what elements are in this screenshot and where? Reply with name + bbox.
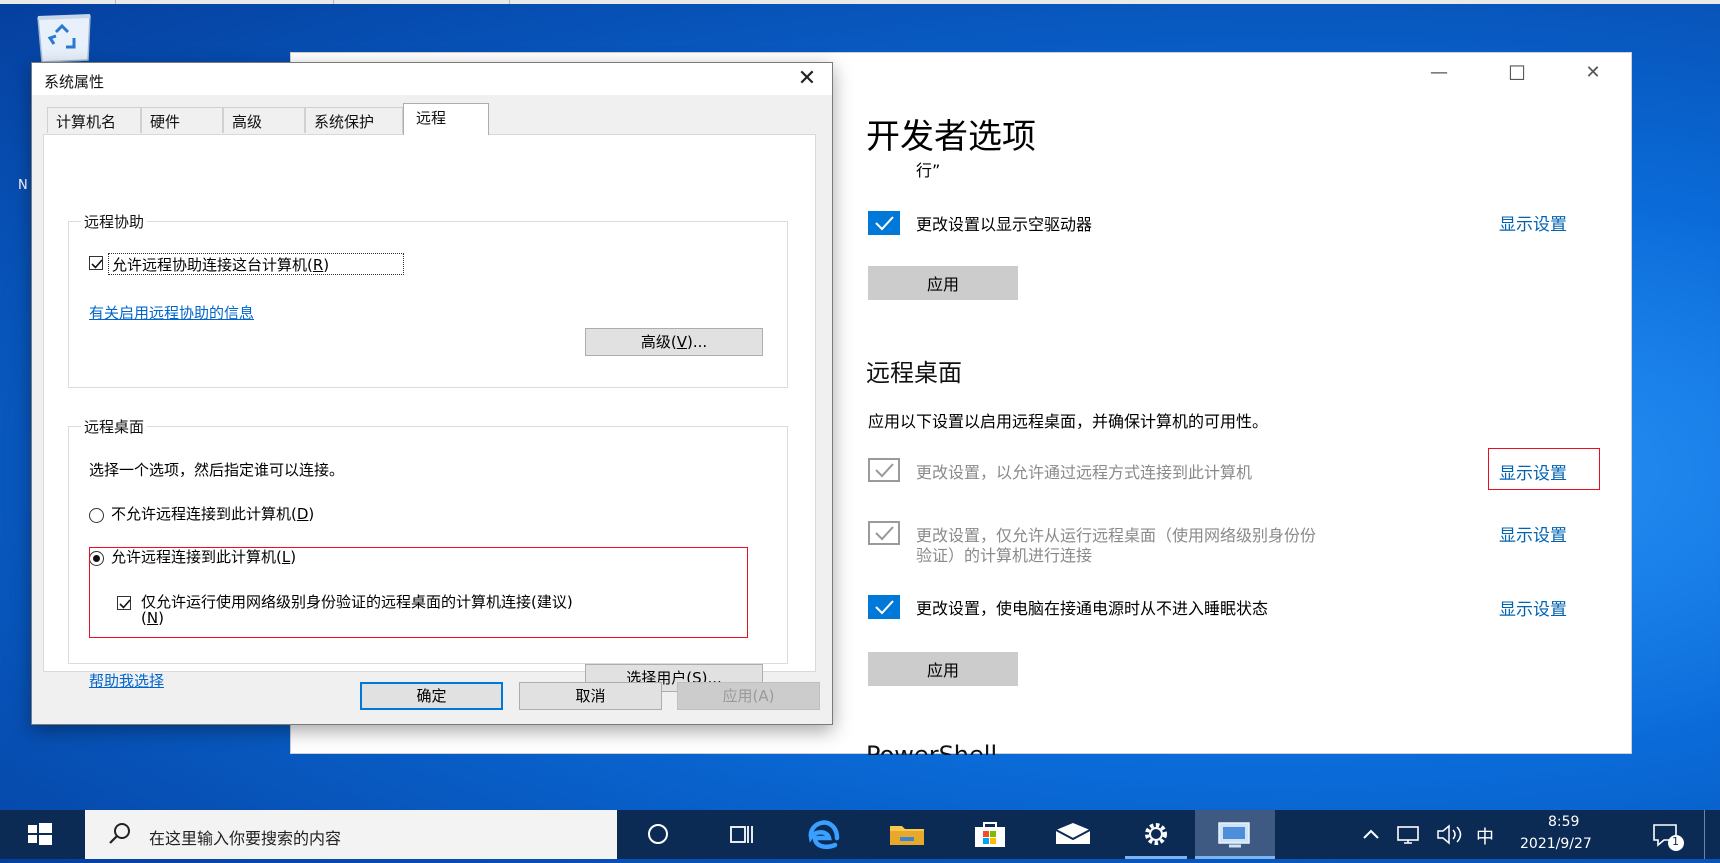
minimize-button[interactable]: — <box>1409 59 1469 87</box>
close-icon[interactable]: ✕ <box>792 65 822 93</box>
never-sleep-checkbox[interactable] <box>868 595 900 619</box>
never-sleep-label: 更改设置，使电脑在接通电源时从不进入睡眠状态 <box>916 599 1269 618</box>
microsoft-store-button[interactable] <box>959 810 1021 859</box>
show-hidden-icons-button[interactable] <box>1354 810 1388 859</box>
apply-button-remote[interactable]: 应用 <box>868 652 1018 686</box>
allow-remote-connection-label: 更改设置，以允许通过远程方式连接到此计算机 <box>916 463 1253 482</box>
system-properties-dialog: 系统属性 ✕ 计算机名 硬件 高级 系统保护 远程 远程协助 允许远程协助连接这… <box>31 62 833 725</box>
task-view-icon <box>730 826 753 843</box>
network-icon <box>1397 826 1419 844</box>
edge-browser-icon <box>808 820 840 849</box>
advanced-button[interactable]: 高级(V)... <box>585 328 763 356</box>
search-icon <box>109 823 130 844</box>
show-empty-drives-label: 更改设置以显示空驱动器 <box>916 215 1093 234</box>
show-settings-link-sleep[interactable]: 显示设置 <box>1499 595 1567 620</box>
clock-date[interactable]: 2021/9/27 <box>1520 836 1592 852</box>
taskbar: 在这里输入你要搜索的内容 中 8:59 2021/9/27 1 <box>0 810 1720 859</box>
tab-remote[interactable]: 远程 <box>403 103 489 135</box>
deny-remote-label[interactable]: 不允许远程连接到此计算机(D) <box>111 503 314 524</box>
dialog-titlebar[interactable]: 系统属性 ✕ <box>32 63 832 95</box>
apply-button[interactable]: 应用(A) <box>677 682 820 710</box>
network-button[interactable] <box>1390 810 1428 859</box>
maximize-button[interactable]: ☐ <box>1487 59 1547 87</box>
volume-button[interactable] <box>1430 810 1468 859</box>
clock-time[interactable]: 8:59 <box>1548 814 1579 830</box>
allow-remote-assistance-checkbox[interactable] <box>89 256 103 270</box>
cancel-button[interactable]: 取消 <box>519 682 662 710</box>
nla-only-label-line2: 验证）的计算机进行连接 <box>916 546 1093 565</box>
tab-computer-name[interactable]: 计算机名 <box>47 107 141 133</box>
show-settings-link-nla[interactable]: 显示设置 <box>1499 521 1567 546</box>
ok-button[interactable]: 确定 <box>360 682 503 710</box>
powershell-heading-cut: PowerShell <box>866 741 998 755</box>
task-view-button[interactable] <box>710 810 772 859</box>
mail-envelope-icon <box>1055 823 1091 844</box>
remote-assistance-info-link[interactable]: 有关启用远程协助的信息 <box>89 302 254 323</box>
deny-remote-radio[interactable] <box>89 508 104 523</box>
notification-icon <box>1653 824 1684 851</box>
remote-desktop-heading: 远程桌面 <box>866 359 962 387</box>
subtitle-fragment: 行” <box>916 161 941 180</box>
checkmark-icon <box>875 216 894 231</box>
show-desktop-button[interactable] <box>1704 810 1720 859</box>
checkmark-icon <box>91 259 103 269</box>
gear-icon <box>1145 823 1167 845</box>
recycle-bin-icon[interactable] <box>30 12 100 64</box>
action-center-button[interactable]: 1 <box>1640 810 1690 859</box>
close-button[interactable]: ✕ <box>1563 59 1623 87</box>
highlight-box-show-settings <box>1488 448 1600 490</box>
nla-only-checkbox[interactable] <box>868 521 900 545</box>
page-title: 开发者选项 <box>866 117 1036 157</box>
remote-tab-panel: 远程协助 允许远程协助连接这台计算机(R) 有关启用远程协助的信息 高级(V).… <box>43 134 816 692</box>
apply-button-explorer[interactable]: 应用 <box>868 266 1018 300</box>
input-method-indicator[interactable]: 中 <box>1476 823 1494 849</box>
cortana-circle-icon <box>648 824 668 844</box>
remote-assistance-legend: 远程协助 <box>81 211 148 232</box>
store-bag-icon <box>975 822 1005 847</box>
show-settings-link-drives[interactable]: 显示设置 <box>1499 210 1567 235</box>
remote-desktop-prompt: 选择一个选项，然后指定谁可以连接。 <box>89 461 345 479</box>
remote-desktop-legend: 远程桌面 <box>81 416 148 437</box>
windows-logo-icon <box>28 823 52 845</box>
chevron-up-icon <box>1363 829 1379 839</box>
tab-hardware[interactable]: 硬件 <box>141 107 223 133</box>
top-window-strip <box>0 0 1720 4</box>
desktop-icon-label-fragment: N <box>18 178 28 193</box>
show-empty-drives-checkbox[interactable] <box>868 211 900 235</box>
file-explorer-button[interactable] <box>876 810 938 859</box>
taskbar-search-box[interactable]: 在这里输入你要搜索的内容 <box>85 810 617 859</box>
help-me-choose-link[interactable]: 帮助我选择 <box>89 670 164 691</box>
checkmark-icon <box>875 600 894 615</box>
remote-desktop-description: 应用以下设置以启用远程桌面，并确保计算机的可用性。 <box>868 412 1269 431</box>
allow-remote-assistance-label[interactable]: 允许远程协助连接这台计算机(R) <box>112 254 329 275</box>
system-properties-taskbar-button[interactable] <box>1195 810 1275 859</box>
highlight-box-allow-remote <box>89 547 748 638</box>
tab-advanced[interactable]: 高级 <box>223 107 305 133</box>
search-input[interactable]: 在这里输入你要搜索的内容 <box>149 825 341 849</box>
checkmark-icon <box>875 526 894 541</box>
cortana-button[interactable] <box>627 810 689 859</box>
allow-remote-connection-checkbox[interactable] <box>868 458 900 482</box>
computer-monitor-icon <box>1218 822 1250 848</box>
edge-browser-button[interactable] <box>793 810 855 859</box>
speaker-icon <box>1437 824 1462 845</box>
mail-button[interactable] <box>1042 810 1104 859</box>
settings-app-button[interactable] <box>1125 810 1187 859</box>
folder-icon <box>890 826 924 845</box>
dialog-title: 系统属性 <box>44 73 105 91</box>
notification-count-badge: 1 <box>1672 835 1679 848</box>
tab-system-protection[interactable]: 系统保护 <box>305 107 403 133</box>
start-button[interactable] <box>0 810 85 859</box>
checkmark-icon <box>875 463 894 478</box>
